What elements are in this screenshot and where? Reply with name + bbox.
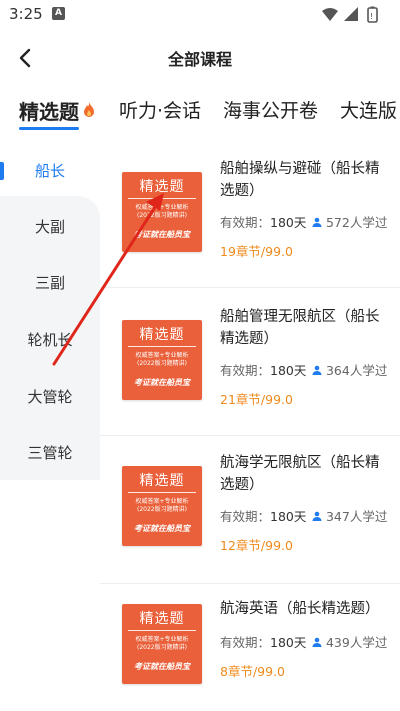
thumb-title: 精选题 [139,473,185,489]
course-item[interactable]: 精选题 权威答案+专业解析 (2022版习题精讲) 考证就在船员宝 航海学无限航区… [100,436,400,584]
course-title: 船舶管理无限航区（船长精选题） [220,309,380,347]
thumb-subtitle: 权威答案+专业解析 (2022版习题精讲) [135,636,189,651]
course-learners: 347人学过 [312,506,387,525]
sidebar-item-sanfu[interactable]: 三副 [0,272,100,293]
thumb-brand: 考证就在船员宝 [134,378,190,387]
tab-haishi-gongkaijuan[interactable]: 海事公开卷 [223,96,318,123]
rank-sidebar: 船长 大副 三副 轮机长 大管轮 三管轮 [0,140,100,480]
course-validity: 有效期：180天 [220,635,307,650]
course-validity: 有效期：180天 [220,509,307,524]
thumb-brand: 考证就在船员宝 [134,230,190,239]
thumb-divider [128,198,196,199]
thumb-title: 精选题 [139,611,185,627]
course-item[interactable]: 精选题 权威答案+专业解析 (2022版习题精讲) 考证就在船员宝 船舶操纵与避碰… [100,140,400,288]
user-icon [312,217,322,227]
course-title: 航海英语（船长精选题） [220,601,380,617]
course-item[interactable]: 精选题 权威答案+专业解析 (2022版习题精讲) 考证就在船员宝 船舶管理无限航… [100,288,400,436]
thumb-divider [128,346,196,347]
thumb-title: 精选题 [139,179,185,195]
status-bar: 3:25 A ! [0,0,400,28]
tab-jingxuanti[interactable]: 精选题 [19,96,95,125]
course-learners: 439人学过 [312,632,387,651]
course-title: 船舶操纵与避碰（船长精选题） [220,161,380,199]
thumb-brand: 考证就在船员宝 [134,524,190,533]
fire-icon [84,102,94,117]
thumb-subtitle: 权威答案+专业解析 (2022版习题精讲) [135,498,189,513]
wifi-icon [322,8,338,21]
course-title: 航海学无限航区（船长精选题） [220,455,380,493]
svg-text:!: ! [370,12,373,21]
thumb-title: 精选题 [139,327,185,343]
thumb-divider [128,492,196,493]
sidebar-item-chuanzhang[interactable]: 船长 [0,160,100,181]
status-icons: ! [322,6,378,23]
course-thumbnail: 精选题 权威答案+专业解析 (2022版习题精讲) 考证就在船员宝 [122,604,202,684]
page-title: 全部课程 [167,50,232,69]
sidebar-item-lunjizhang[interactable]: 轮机长 [0,329,100,350]
sidebar-item-daguanlun[interactable]: 大管轮 [0,386,100,407]
thumb-subtitle: 权威答案+专业解析 (2022版习题精讲) [135,352,189,367]
thumb-brand: 考证就在船员宝 [134,662,190,671]
course-validity: 有效期：180天 [220,363,307,378]
tab-tingli-huihua[interactable]: 听力·会话 [119,96,201,123]
thumb-divider [128,630,196,631]
course-price: 12章节/99.0 [220,538,293,553]
course-price: 8章节/99.0 [220,664,285,679]
course-item[interactable]: 精选题 权威答案+专业解析 (2022版习题精讲) 考证就在船员宝 航海英语（船长… [100,584,400,711]
course-thumbnail: 精选题 权威答案+专业解析 (2022版习题精讲) 考证就在船员宝 [122,320,202,400]
user-icon [312,365,322,375]
tab-active-indicator [19,127,79,130]
course-learners: 572人学过 [312,212,387,231]
tab-label: 精选题 [19,100,79,124]
status-time: 3:25 [9,5,43,23]
thumb-subtitle: 权威答案+专业解析 (2022版习题精讲) [135,204,189,219]
signal-icon [344,7,358,21]
tab-dalian-ban[interactable]: 大连版 [340,96,397,123]
sidebar-item-sanguanlun[interactable]: 三管轮 [0,442,100,463]
user-icon [312,511,322,521]
header: 全部课程 [0,36,400,80]
user-icon [312,637,322,647]
course-price: 21章节/99.0 [220,392,293,407]
category-tabs: 精选题 听力·会话 海事公开卷 大连版 [0,96,400,136]
course-learners: 364人学过 [312,360,387,379]
course-price: 19章节/99.0 [220,244,293,259]
notification-icon: A [52,7,65,20]
sidebar-item-dafu[interactable]: 大副 [0,216,100,237]
course-thumbnail: 精选题 权威答案+专业解析 (2022版习题精讲) 考证就在船员宝 [122,172,202,252]
course-validity: 有效期：180天 [220,215,307,230]
course-thumbnail: 精选题 权威答案+专业解析 (2022版习题精讲) 考证就在船员宝 [122,466,202,546]
